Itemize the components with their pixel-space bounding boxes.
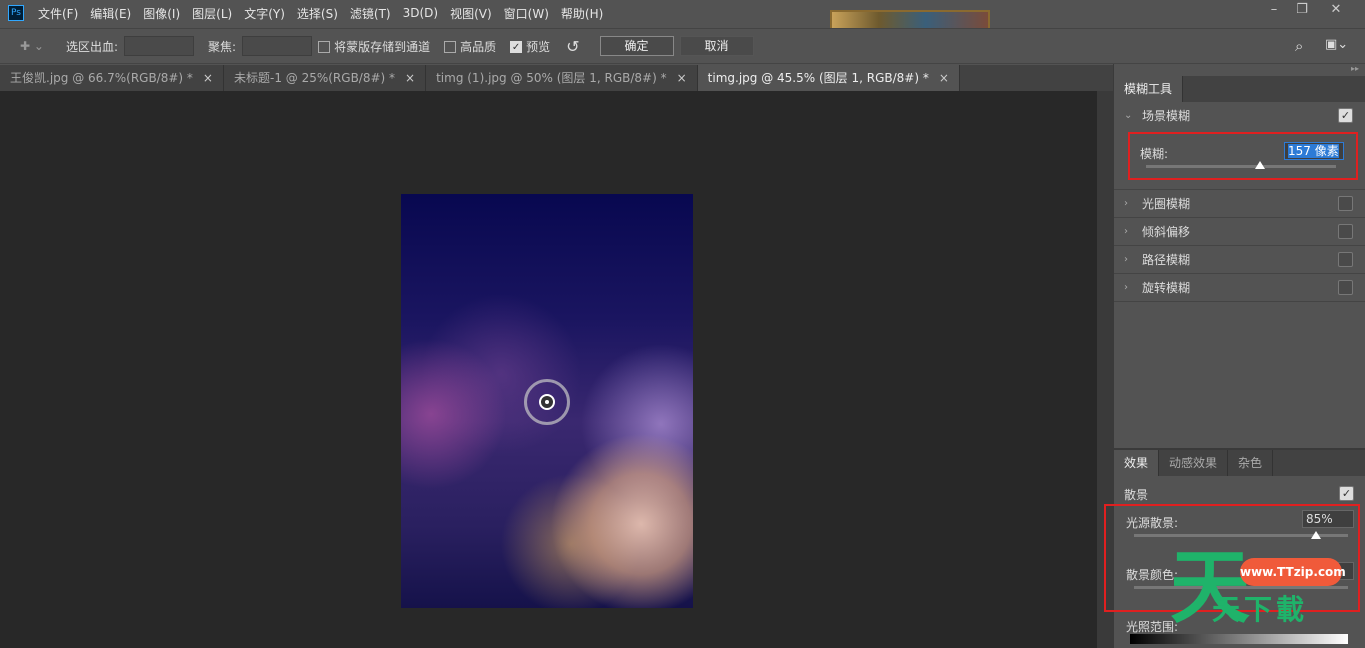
menu-image[interactable]: 图像(I): [143, 5, 180, 22]
blur-amount-input[interactable]: 157 像素: [1288, 144, 1339, 158]
chevron-right-icon: ›: [1124, 254, 1142, 265]
blur-pin-icon[interactable]: [539, 394, 555, 410]
tab-document-2[interactable]: 未标题-1 @ 25%(RGB/8#) * ×: [224, 65, 426, 91]
menu-type[interactable]: 文字(Y): [244, 5, 285, 22]
tab-document-4[interactable]: timg.jpg @ 45.5% (图层 1, RGB/8#) * ×: [698, 65, 960, 91]
photoshop-logo-icon: Ps: [8, 5, 24, 21]
bokeh-checkbox[interactable]: ✓: [1339, 486, 1354, 501]
tilt-shift-row[interactable]: ›倾斜偏移: [1114, 218, 1365, 246]
menu-help[interactable]: 帮助(H): [561, 5, 603, 22]
light-bokeh-input[interactable]: 85%: [1302, 510, 1354, 528]
watermark-text: 天下載: [1212, 588, 1308, 628]
high-quality-checkbox[interactable]: 高品质: [444, 38, 496, 55]
close-tab-icon[interactable]: ×: [939, 71, 949, 85]
close-tab-icon[interactable]: ×: [677, 71, 687, 85]
save-mask-label: 将蒙版存储到通道: [334, 40, 430, 54]
tab-label: timg.jpg @ 45.5% (图层 1, RGB/8#) *: [708, 71, 929, 85]
collapse-panel-icon[interactable]: ▸▸: [1114, 64, 1365, 76]
menu-bar: Ps 文件(F) 编辑(E) 图像(I) 图层(L) 文字(Y) 选择(S) 滤…: [0, 0, 1365, 26]
tab-label: 王俊凯.jpg @ 66.7%(RGB/8#) *: [10, 71, 193, 85]
menu-layer[interactable]: 图层(L): [192, 5, 232, 22]
path-blur-label: 路径模糊: [1142, 251, 1190, 268]
tab-motion-effects[interactable]: 动感效果: [1159, 450, 1228, 476]
spin-blur-checkbox[interactable]: [1338, 280, 1353, 295]
pin-tool-icon[interactable]: ✚ ⌄: [20, 39, 60, 53]
watermark-url: www.TTzip.com: [1240, 558, 1342, 586]
path-blur-row[interactable]: ›路径模糊: [1114, 246, 1365, 274]
path-blur-checkbox[interactable]: [1338, 252, 1353, 267]
light-range-gradient-slider[interactable]: [1130, 634, 1348, 644]
focus-dropdown[interactable]: [242, 36, 312, 56]
iris-blur-checkbox[interactable]: [1338, 196, 1353, 211]
selection-bleed-label: 选区出血:: [66, 38, 118, 55]
field-blur-label: 场景模糊: [1142, 107, 1190, 124]
iris-blur-label: 光圈模糊: [1142, 195, 1190, 212]
blur-slider[interactable]: [1146, 165, 1336, 168]
workspace-icon[interactable]: ▣⌄: [1325, 37, 1348, 52]
tab-label: 未标题-1 @ 25%(RGB/8#) *: [234, 71, 395, 85]
spin-blur-label: 旋转模糊: [1142, 279, 1190, 296]
restore-button[interactable]: ❐: [1288, 2, 1316, 20]
menu-edit[interactable]: 编辑(E): [90, 5, 131, 22]
tab-blur-tools[interactable]: 模糊工具: [1114, 76, 1183, 102]
menu-view[interactable]: 视图(V): [450, 5, 492, 22]
menu-select[interactable]: 选择(S): [297, 5, 338, 22]
menu-file[interactable]: 文件(F): [38, 5, 78, 22]
tab-effects[interactable]: 效果: [1114, 450, 1159, 476]
spin-blur-row[interactable]: ›旋转模糊: [1114, 274, 1365, 302]
blur-label: 模糊:: [1140, 145, 1168, 162]
tab-noise[interactable]: 杂色: [1228, 450, 1273, 476]
save-mask-checkbox[interactable]: 将蒙版存储到通道: [318, 38, 430, 55]
tilt-shift-label: 倾斜偏移: [1142, 223, 1190, 240]
menu-3d[interactable]: 3D(D): [403, 6, 438, 20]
chevron-right-icon: ›: [1124, 198, 1142, 209]
preview-checkbox[interactable]: ✓预览: [510, 38, 550, 55]
high-quality-label: 高品质: [460, 40, 496, 54]
chevron-down-icon[interactable]: ⌄: [1124, 110, 1142, 121]
ok-button[interactable]: 确定: [600, 36, 674, 56]
close-tab-icon[interactable]: ×: [203, 71, 213, 85]
tab-document-3[interactable]: timg (1).jpg @ 50% (图层 1, RGB/8#) * ×: [426, 65, 698, 91]
selection-bleed-dropdown[interactable]: [124, 36, 194, 56]
tab-document-1[interactable]: 王俊凯.jpg @ 66.7%(RGB/8#) * ×: [0, 65, 224, 91]
field-blur-checkbox[interactable]: ✓: [1338, 108, 1353, 123]
menu-window[interactable]: 窗口(W): [504, 5, 549, 22]
light-bokeh-slider-thumb[interactable]: [1311, 531, 1321, 539]
bokeh-label: 散景: [1124, 486, 1148, 503]
tilt-shift-checkbox[interactable]: [1338, 224, 1353, 239]
tab-label: timg (1).jpg @ 50% (图层 1, RGB/8#) *: [436, 71, 667, 85]
cancel-button[interactable]: 取消: [680, 36, 754, 56]
close-tab-icon[interactable]: ×: [405, 71, 415, 85]
document-tabs: 王俊凯.jpg @ 66.7%(RGB/8#) * × 未标题-1 @ 25%(R…: [0, 65, 1113, 91]
menu-filter[interactable]: 滤镜(T): [350, 5, 391, 22]
blur-slider-thumb[interactable]: [1255, 161, 1265, 169]
focus-label: 聚焦:: [208, 38, 236, 55]
preview-label: 预览: [526, 40, 550, 54]
chevron-right-icon: ›: [1124, 282, 1142, 293]
minimize-button[interactable]: –: [1260, 2, 1288, 20]
close-button[interactable]: ✕: [1322, 2, 1350, 20]
light-bokeh-label: 光源散景:: [1126, 514, 1178, 531]
chevron-right-icon: ›: [1124, 226, 1142, 237]
search-icon[interactable]: ⌕: [1295, 37, 1303, 55]
reset-icon[interactable]: ↺: [566, 37, 579, 56]
iris-blur-row[interactable]: ›光圈模糊: [1114, 190, 1365, 218]
options-bar: ✚ ⌄ 选区出血: 聚焦: 将蒙版存储到通道 高品质 ✓预览 ↺ 确定 取消 ⌕…: [0, 28, 1365, 64]
